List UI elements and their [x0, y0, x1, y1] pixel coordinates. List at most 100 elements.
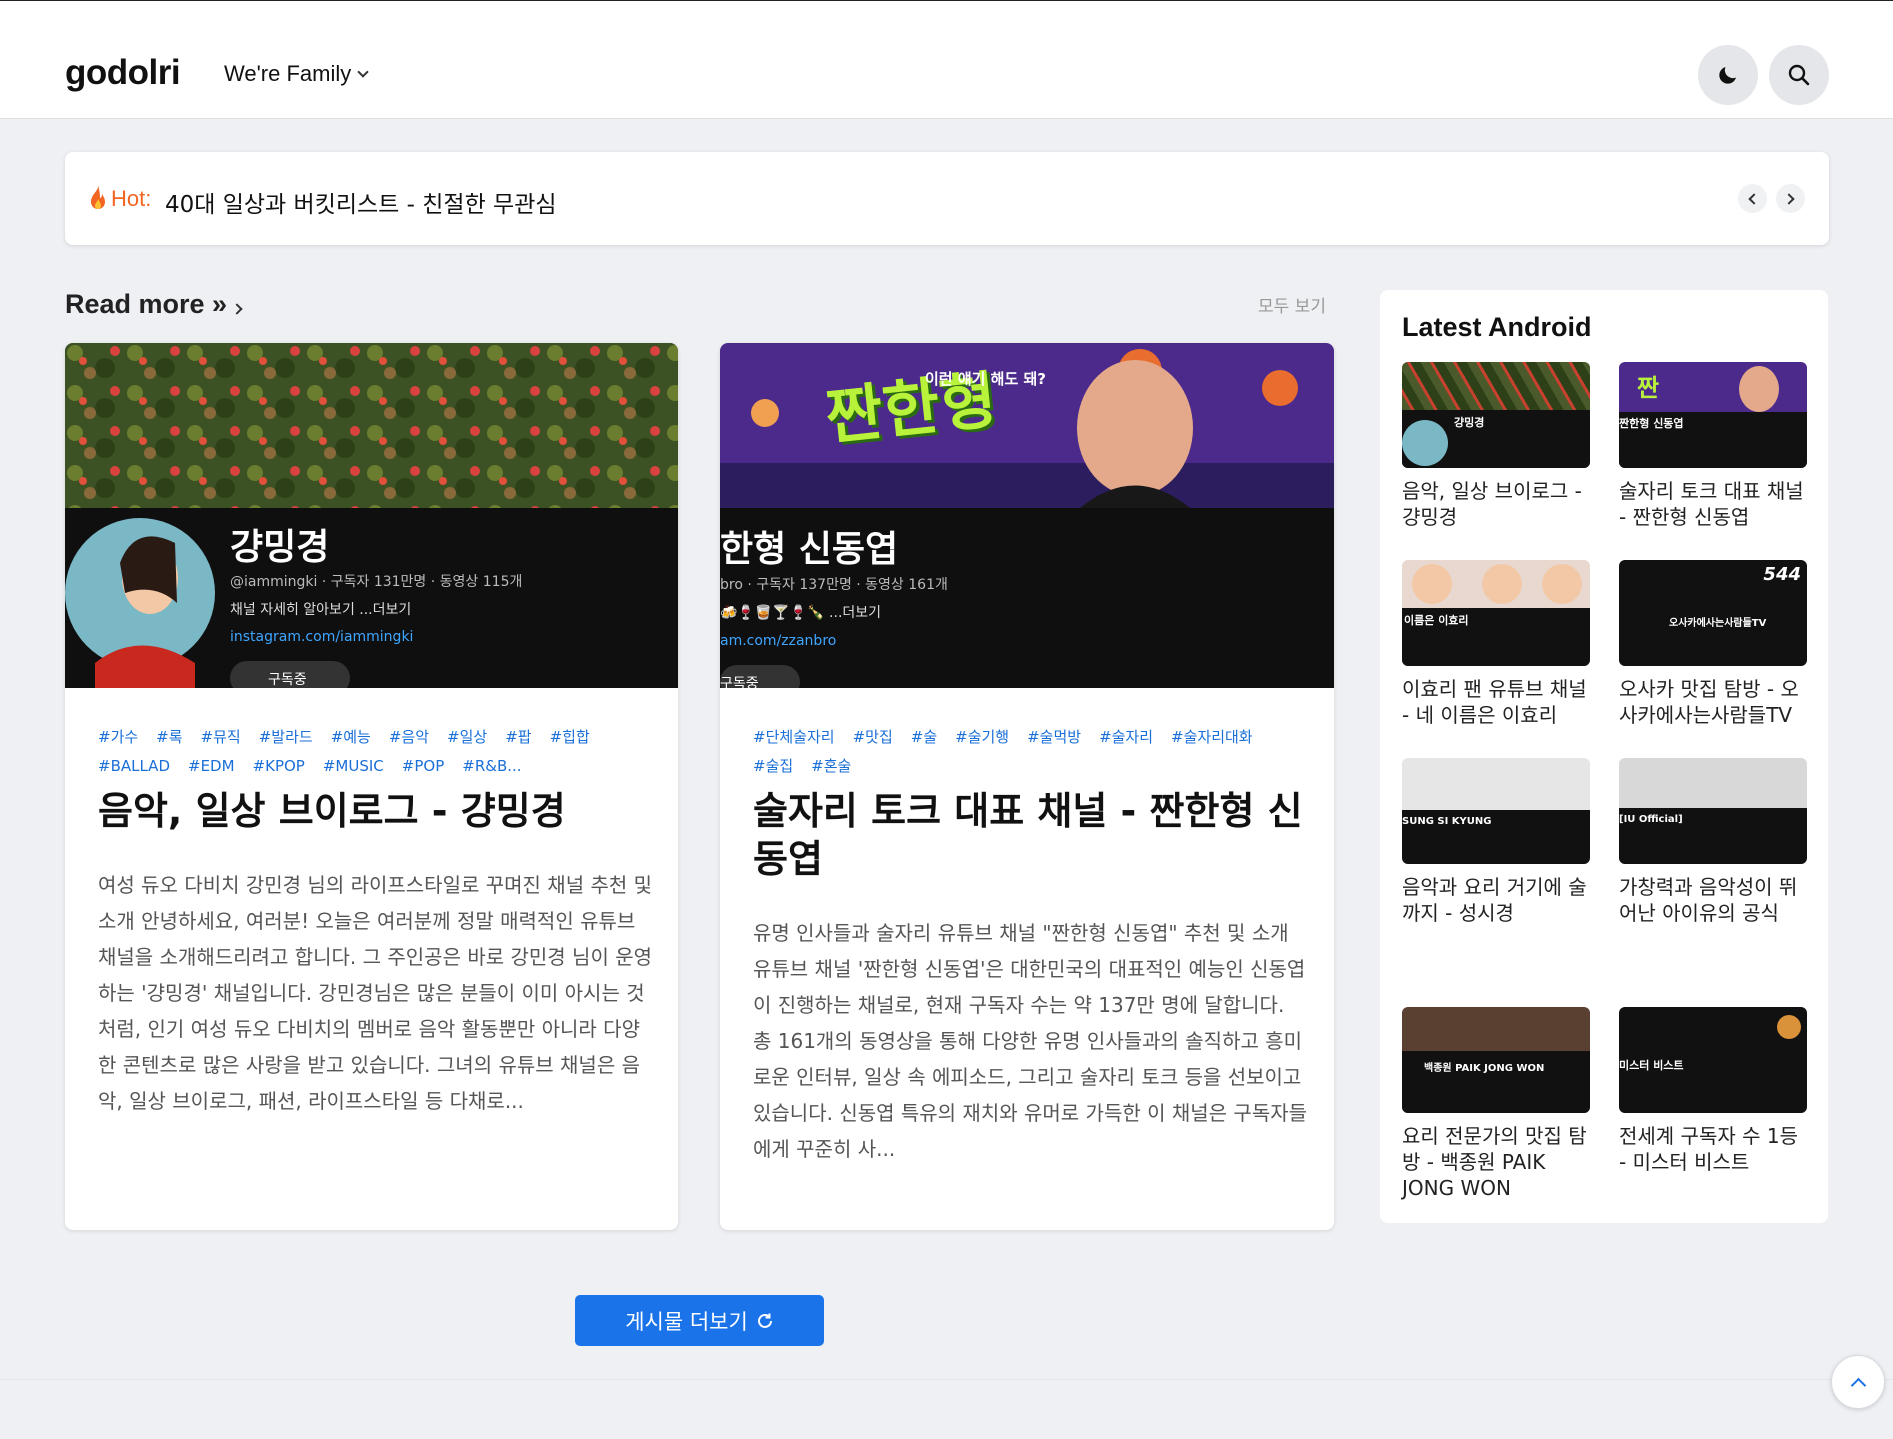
tag-link[interactable]: #술먹방	[1027, 728, 1081, 746]
tag-link[interactable]: #뮤직	[201, 728, 241, 746]
sidebar-thumb-text: 걍밍경	[1454, 416, 1485, 429]
tag-link[interactable]: #힙합	[550, 728, 590, 746]
tag-link[interactable]: #POP	[402, 757, 444, 775]
hot-ticker: Hot: 40대 일상과 버킷리스트 - 친절한 무관심	[65, 152, 1829, 245]
sidebar-item-title: 오사카 맛집 탐방 - 오사카에사는사람들TV	[1619, 677, 1799, 727]
tag-link[interactable]: #술기행	[955, 728, 1009, 746]
load-more-label: 게시물 더보기	[625, 1309, 748, 1334]
sidebar-thumbnail: 미스터 비스트	[1619, 1007, 1807, 1113]
tag-link[interactable]: #가수	[98, 728, 138, 746]
search-button[interactable]	[1769, 45, 1829, 105]
sidebar-item[interactable]: 걍밍경 음악, 일상 브이로그 - 걍밍경	[1402, 362, 1590, 530]
sidebar-thumbnail: SUNG SI KYUNG	[1402, 758, 1590, 864]
subscribe-pill: 구독중	[720, 665, 800, 688]
channel-about: 채널 자세히 알아보기 ...더보기	[230, 602, 412, 618]
channel-handle: @iammingki · 구독자 131만명 · 동영상 115개	[230, 574, 523, 590]
moon-icon	[1719, 67, 1736, 84]
sidebar-thumb-text: 이름은 이효리	[1404, 614, 1469, 627]
page-footer	[0, 1379, 1893, 1439]
sidebar-item[interactable]: 짠 짠한형 신동엽 술자리 토크 대표 채널 - 짠한형 신동엽	[1619, 362, 1807, 530]
channel-name: 걍밍경	[230, 527, 330, 568]
tag-link[interactable]: #발라드	[259, 728, 313, 746]
sidebar-thumbnail: [IU Official]	[1619, 758, 1807, 864]
tag-list: #가수 #록 #뮤직 #발라드 #예능 #음악 #일상 #팝 #힙합 #BALLAD #EDM #KP…	[98, 723, 653, 781]
sidebar-item-title: 이효리 팬 유튜브 채널 - 네 이름은 이효리	[1402, 677, 1587, 727]
sidebar-item[interactable]: SUNG SI KYUNG 음악과 요리 거기에 술까지 - 성시경	[1402, 758, 1590, 926]
tag-list: #단체술자리 #맛집 #술 #술기행 #술먹방 #술자리 #술자리대화 #술집 #혼술	[753, 723, 1308, 781]
sidebar-thumbnail: 544 오사카에사는사람들TV	[1619, 560, 1807, 666]
hot-headline-link[interactable]: 40대 일상과 버킷리스트 - 친절한 무관심	[165, 185, 557, 219]
site-header: godolri We're Family	[0, 0, 1893, 119]
post-thumbnail[interactable]: 짠한형 이런 얘기 해도 돼? 한형 신동엽 bro · 구독자 137만명 ·…	[720, 343, 1334, 688]
view-all-link[interactable]: 모두 보기	[1258, 292, 1326, 317]
tag-link[interactable]: #술	[911, 728, 937, 746]
tag-link[interactable]: #술집	[753, 757, 793, 775]
sidebar-thumb-text: SUNG SI KYUNG	[1402, 816, 1492, 827]
post-title[interactable]: 음악, 일상 브이로그 - 걍밍경	[98, 787, 658, 835]
hot-label: Hot:	[111, 186, 152, 211]
family-menu[interactable]: We're Family	[224, 61, 369, 87]
chevron-right-icon	[1783, 192, 1795, 205]
tag-link[interactable]: #EDM	[188, 757, 235, 775]
sidebar-thumb-text: [IU Official]	[1619, 814, 1683, 825]
subscribe-pill: 구독중	[230, 661, 350, 688]
tag-link[interactable]: #KPOP	[253, 757, 305, 775]
sidebar-item[interactable]: 백종원 PAIK JONG WON 요리 전문가의 맛집 탐방 - 백종원 PA…	[1402, 1007, 1590, 1201]
channel-link: am.com/zzanbro	[720, 633, 837, 649]
sidebar-latest: Latest Android 걍밍경 음악, 일상 브이로그 - 걍밍경 짠 짠…	[1380, 290, 1828, 1223]
theme-toggle-button[interactable]	[1698, 45, 1758, 105]
tag-link[interactable]: #예능	[331, 728, 371, 746]
sidebar-thumb-text: 백종원 PAIK JONG WON	[1424, 1063, 1545, 1074]
tag-link[interactable]: #록	[156, 728, 182, 746]
sidebar-item-title: 음악과 요리 거기에 술까지 - 성시경	[1402, 875, 1587, 925]
channel-name: 한형 신동엽	[720, 529, 899, 570]
tag-link[interactable]: #술자리대화	[1171, 728, 1253, 746]
sidebar-item-title: 요리 전문가의 맛집 탐방 - 백종원 PAIK JONG WON	[1402, 1124, 1587, 1200]
channel-handle: bro · 구독자 137만명 · 동영상 161개	[720, 577, 948, 593]
sidebar-thumbnail: 이름은 이효리	[1402, 560, 1590, 666]
fire-icon	[91, 185, 105, 209]
sidebar-item[interactable]: 544 오사카에사는사람들TV 오사카 맛집 탐방 - 오사카에사는사람들TV	[1619, 560, 1807, 728]
tag-link[interactable]: #단체술자리	[753, 728, 835, 746]
post-card[interactable]: 걍밍경 @iammingki · 구독자 131만명 · 동영상 115개 채널…	[65, 343, 678, 1230]
sidebar-thumb-text: 짠한형 신동엽	[1619, 417, 1684, 430]
tag-link[interactable]: #팝	[505, 728, 531, 746]
sidebar-thumbnail: 짠 짠한형 신동엽	[1619, 362, 1807, 468]
section-title[interactable]: Read more »	[65, 289, 244, 320]
tag-link[interactable]: #R&B...	[462, 757, 521, 775]
scroll-to-top-button[interactable]	[1831, 1355, 1885, 1409]
load-more-button[interactable]: 게시물 더보기	[575, 1295, 824, 1346]
tag-link[interactable]: #MUSIC	[323, 757, 384, 775]
channel-about: 🍻🍷🥃🍸🍷🍾 ...더보기	[720, 605, 882, 621]
post-thumbnail[interactable]: 걍밍경 @iammingki · 구독자 131만명 · 동영상 115개 채널…	[65, 343, 678, 688]
sidebar-thumb-text: 미스터 비스트	[1619, 1059, 1684, 1072]
sidebar-item[interactable]: [IU Official] 가창력과 음악성이 뛰어난 아이유의 공식	[1619, 758, 1807, 926]
ticker-next-button[interactable]	[1776, 184, 1805, 213]
chevron-left-icon	[1748, 192, 1760, 205]
chevron-up-icon	[1850, 1377, 1866, 1393]
tag-link[interactable]: #일상	[447, 728, 487, 746]
post-excerpt: 유명 인사들과 술자리 유튜브 채널 "짠한형 신동엽" 추천 및 소개 유튜브…	[753, 921, 1308, 1161]
sidebar-thumbnail: 걍밍경	[1402, 362, 1590, 468]
channel-link: instagram.com/iammingki	[230, 629, 414, 645]
sidebar-thumb-text: 오사카에사는사람들TV	[1669, 618, 1767, 629]
post-title[interactable]: 술자리 토크 대표 채널 - 짠한형 신동엽	[753, 787, 1313, 883]
tag-link[interactable]: #BALLAD	[98, 757, 170, 775]
site-logo[interactable]: godolri	[65, 53, 181, 93]
ticker-prev-button[interactable]	[1738, 184, 1767, 213]
sidebar-item[interactable]: 이름은 이효리 이효리 팬 유튜브 채널 - 네 이름은 이효리	[1402, 560, 1590, 728]
post-excerpt: 여성 듀오 다비치 강민경 님의 라이프스타일로 꾸며진 채널 추천 및 소개 …	[98, 873, 653, 1113]
sidebar-title: Latest Android	[1402, 312, 1592, 342]
section-title-text: Read more »	[65, 289, 228, 319]
banner-title: 짠한형	[822, 363, 1001, 454]
tag-link[interactable]: #술자리	[1099, 728, 1153, 746]
sidebar-item[interactable]: 미스터 비스트 전세계 구독자 수 1등 - 미스터 비스트	[1619, 1007, 1807, 1175]
family-menu-label: We're Family	[224, 61, 352, 86]
search-icon	[1788, 64, 1810, 86]
tag-link[interactable]: #맛집	[853, 728, 893, 746]
post-card[interactable]: 짠한형 이런 얘기 해도 돼? 한형 신동엽 bro · 구독자 137만명 ·…	[720, 343, 1334, 1230]
tag-link[interactable]: #음악	[389, 728, 429, 746]
banner-subtitle: 이런 얘기 해도 돼?	[925, 370, 1046, 388]
tag-link[interactable]: #혼술	[811, 757, 851, 775]
chevron-right-icon	[231, 303, 243, 315]
